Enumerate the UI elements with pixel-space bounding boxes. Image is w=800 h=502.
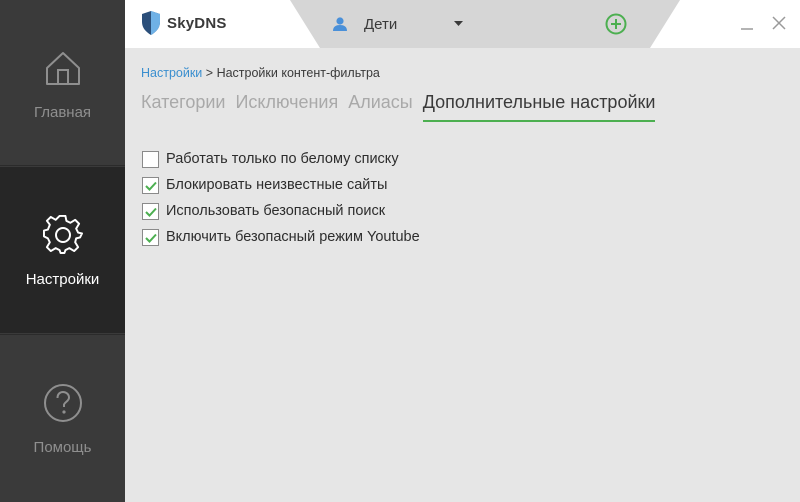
app-logo: SkyDNS [141,10,227,36]
checkbox-youtube-safe-mode[interactable] [142,228,159,246]
close-icon[interactable] [770,14,788,32]
chevron-down-icon[interactable] [454,21,463,27]
tab-bar: Категории Исключения Алиасы Дополнительн… [141,92,665,122]
plus-circle-icon[interactable] [605,13,627,35]
option-safe-search: Использовать безопасный поиск [142,198,420,224]
breadcrumb-separator: > [205,66,214,80]
option-block-unknown: Блокировать неизвестные сайты [142,172,420,198]
app-name: SkyDNS [167,14,227,32]
checkmark-icon [145,207,157,217]
header: SkyDNS Дети [125,0,800,48]
shield-icon [142,11,160,35]
breadcrumb-current: Настройки контент-фильтра [216,66,380,80]
tab-exceptions[interactable]: Исключения [235,92,338,122]
sidebar-item-settings[interactable]: Настройки [0,167,125,333]
option-label: Блокировать неизвестные сайты [166,177,388,193]
tab-advanced-settings[interactable]: Дополнительные настройки [422,92,656,122]
tab-categories[interactable]: Категории [141,92,225,122]
sidebar-item-help[interactable]: Помощь [0,334,125,502]
sidebar-item-label: Главная [33,104,92,121]
option-youtube-safe-mode: Включить безопасный режим Youtube [142,224,420,250]
options-list: Работать только по белому списку Блокиро… [142,146,420,250]
profile-name: Дети [364,16,398,33]
option-whitelist-only: Работать только по белому списку [142,146,420,172]
sidebar-item-label: Настройки [25,271,100,288]
checkmark-icon [145,181,157,191]
breadcrumb-link-settings[interactable]: Настройки [141,66,202,80]
user-icon [333,17,347,31]
profile-selector[interactable]: Дети [290,0,680,48]
home-icon [45,52,80,85]
checkbox-whitelist-only[interactable] [142,150,159,168]
gear-icon [42,215,83,254]
option-label: Включить безопасный режим Youtube [166,229,420,245]
option-label: Работать только по белому списку [166,151,399,167]
sidebar-item-label: Помощь [33,439,92,456]
main-content: Настройки > Настройки контент-фильтра Ка… [125,48,800,502]
tab-aliases[interactable]: Алиасы [348,92,413,122]
checkbox-block-unknown[interactable] [142,176,159,194]
checkmark-icon [145,233,157,243]
sidebar-item-home[interactable]: Главная [0,0,125,166]
breadcrumb: Настройки > Настройки контент-фильтра [141,66,380,80]
checkbox-safe-search[interactable] [142,202,159,220]
sidebar: Главная Настройки Помощь [0,0,125,502]
option-label: Использовать безопасный поиск [166,203,386,219]
help-icon [43,384,82,422]
minimize-icon[interactable] [738,14,756,32]
